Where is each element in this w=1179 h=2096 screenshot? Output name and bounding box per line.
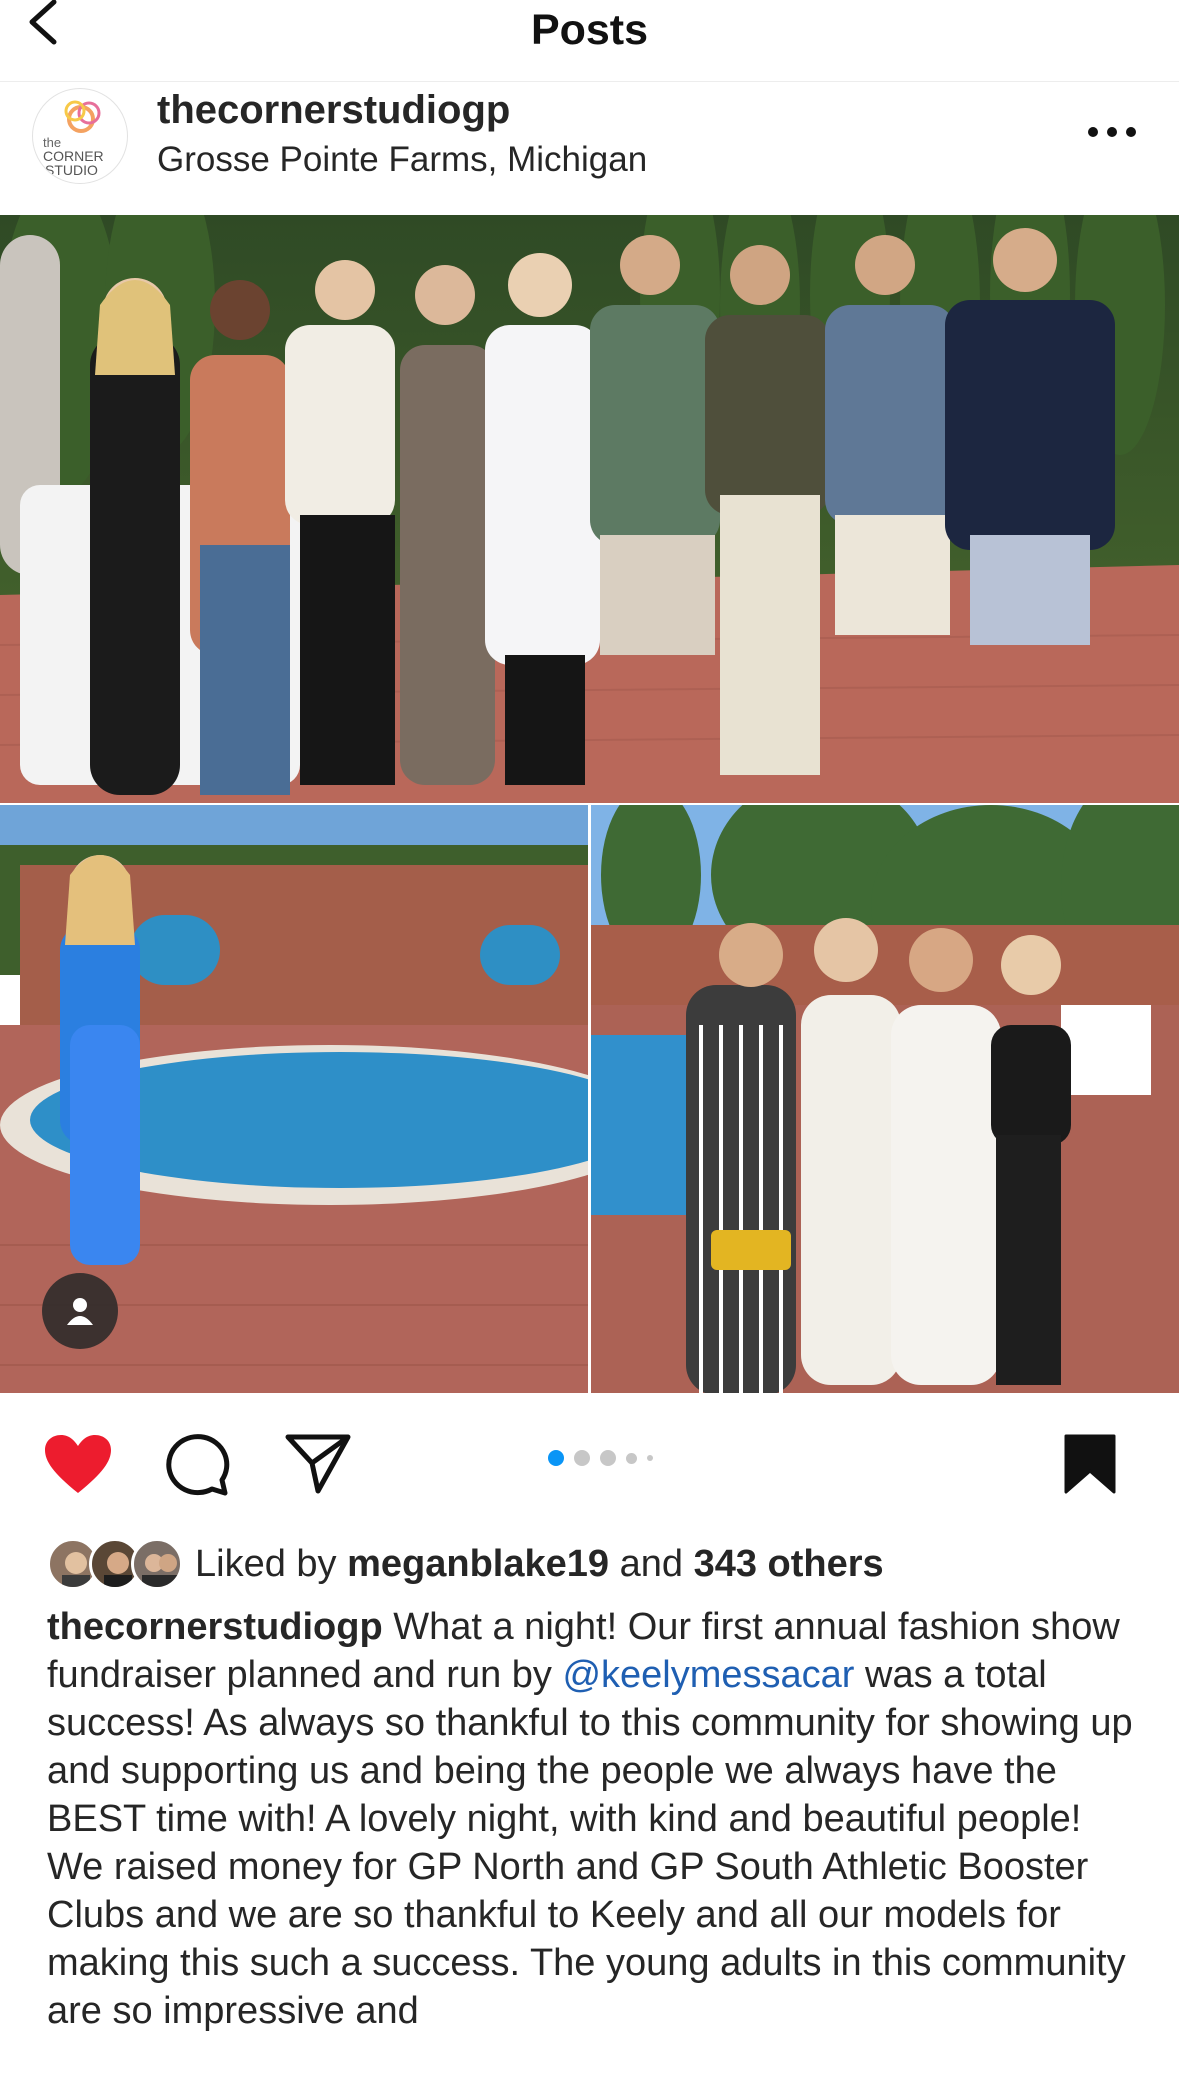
page-title: Posts xyxy=(530,6,649,54)
likes-others[interactable]: 343 others xyxy=(694,1543,884,1585)
post-photo-group[interactable] xyxy=(0,215,1179,803)
caption-mention[interactable]: @keelymessacar xyxy=(562,1654,854,1696)
carousel-dot-active xyxy=(548,1450,564,1466)
likes-text: Liked by meganblake19 and 343 others xyxy=(195,1543,884,1586)
brand-logo: the CORNER STUDIO xyxy=(43,100,104,178)
more-options-button[interactable] xyxy=(1084,112,1140,152)
likes-prefix: Liked by xyxy=(195,1542,337,1585)
share-button[interactable] xyxy=(283,1432,353,1496)
tagged-people-button[interactable] xyxy=(42,1273,118,1349)
post-username[interactable]: thecornerstudiogp xyxy=(157,88,510,133)
carousel-dot xyxy=(647,1455,653,1461)
svg-text:STUDIO: STUDIO xyxy=(45,162,98,178)
caption-text-part2: was a total success! As always so thankf… xyxy=(47,1654,1133,2032)
carousel-indicator xyxy=(548,1450,653,1466)
like-button[interactable] xyxy=(42,1432,114,1496)
avatar[interactable]: the CORNER STUDIO xyxy=(32,88,128,184)
send-icon xyxy=(285,1434,351,1494)
post-photo-four-women[interactable] xyxy=(591,805,1179,1393)
ellipsis-icon xyxy=(1088,127,1136,137)
carousel-dot xyxy=(574,1450,590,1466)
comment-icon xyxy=(166,1434,230,1496)
top-bar: Posts xyxy=(0,0,1179,82)
bookmark-filled-icon xyxy=(1064,1434,1116,1494)
carousel-dot xyxy=(600,1450,616,1466)
likes-row[interactable]: Liked by meganblake19 and 343 others xyxy=(47,1536,884,1592)
caption-username[interactable]: thecornerstudiogp xyxy=(47,1606,383,1648)
carousel-dot xyxy=(626,1452,637,1464)
liked-by-user[interactable]: meganblake19 xyxy=(347,1543,609,1585)
likes-and: and xyxy=(619,1542,683,1585)
comment-button[interactable] xyxy=(163,1432,231,1496)
liker-avatars xyxy=(47,1536,183,1592)
post-caption: thecornerstudiogp What a night! Our firs… xyxy=(47,1603,1147,2083)
save-button[interactable] xyxy=(1060,1432,1120,1496)
liker-avatar xyxy=(131,1538,183,1590)
heart-filled-icon xyxy=(45,1435,111,1493)
person-tag-icon xyxy=(67,1298,93,1325)
post-location[interactable]: Grosse Pointe Farms, Michigan xyxy=(157,140,647,180)
